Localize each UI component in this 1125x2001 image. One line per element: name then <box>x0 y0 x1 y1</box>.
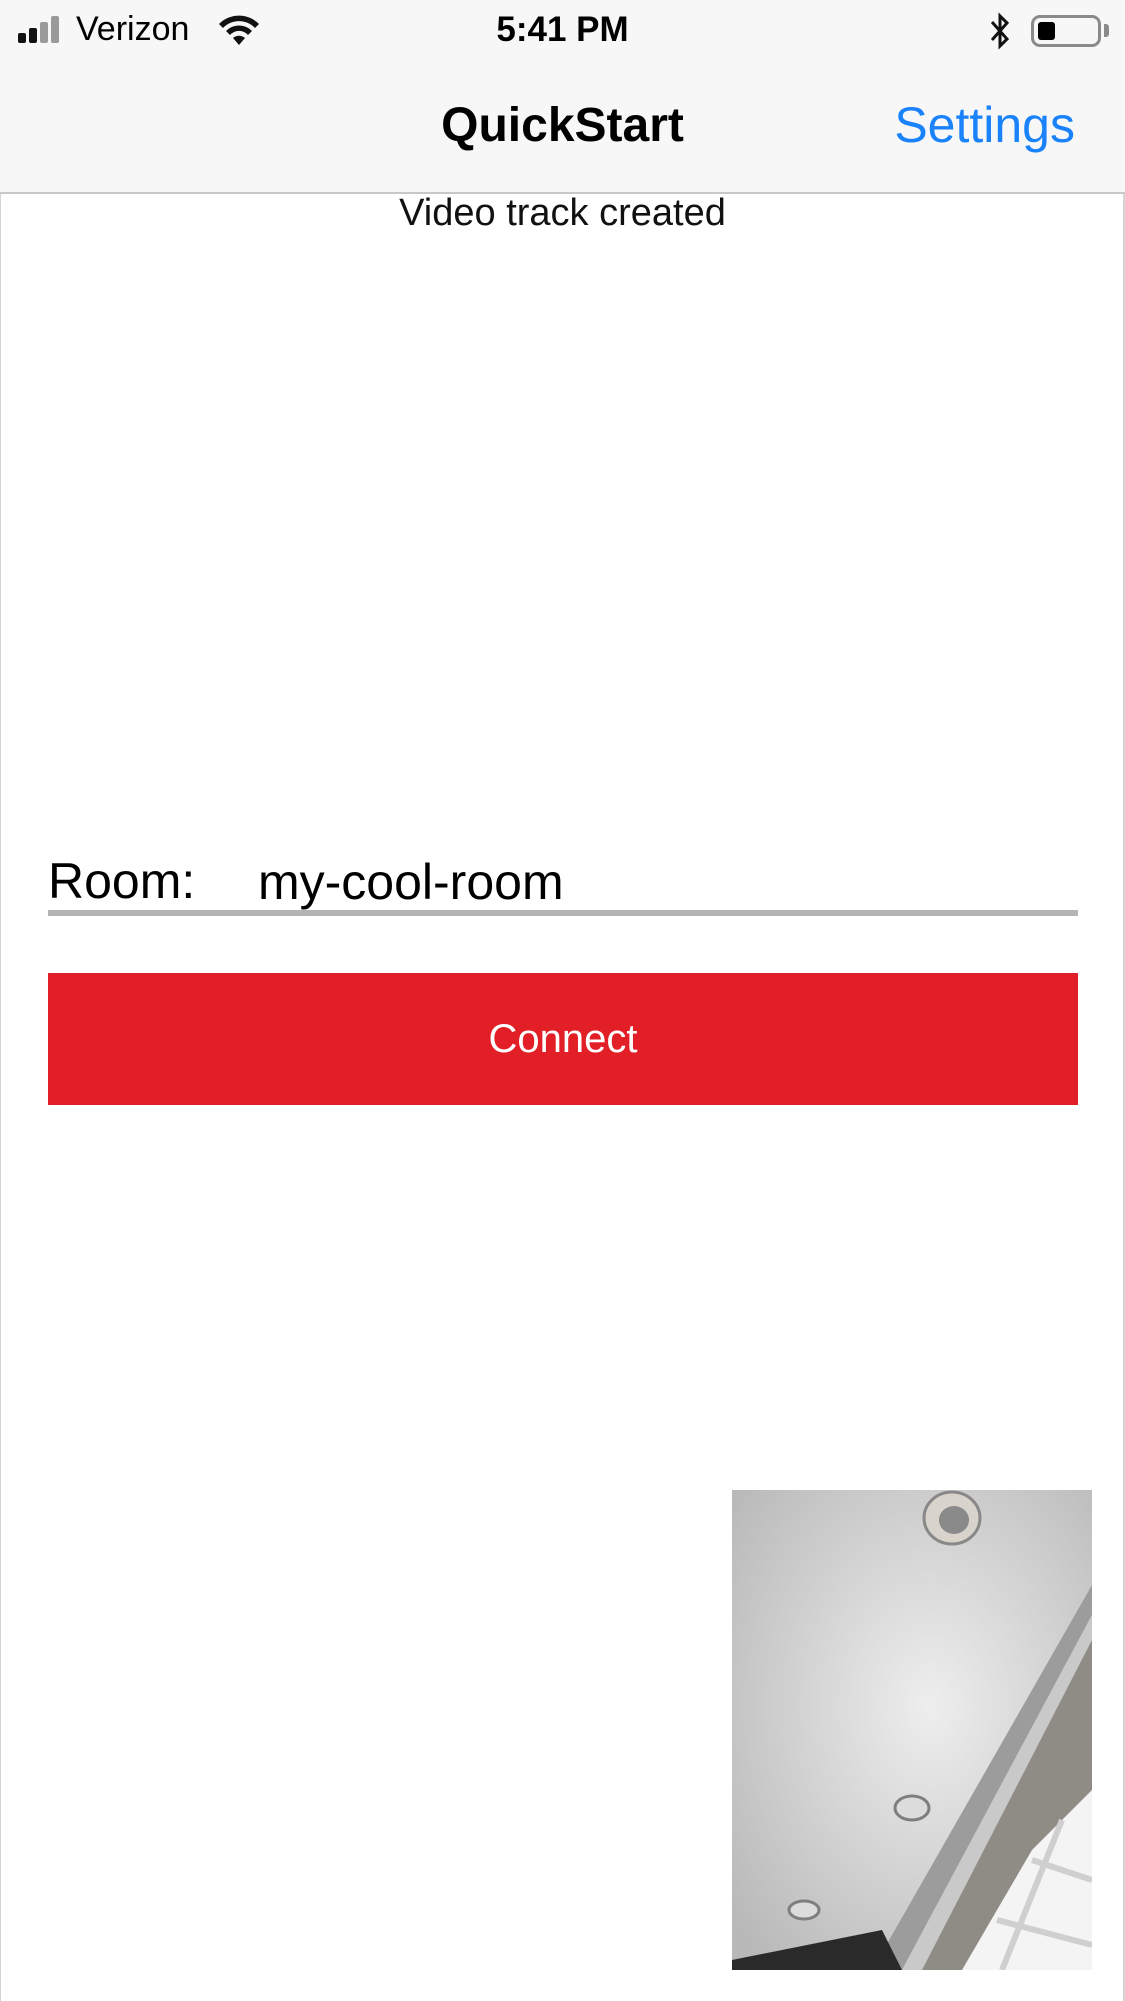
settings-button[interactable]: Settings <box>894 96 1075 154</box>
room-name-input[interactable] <box>258 852 1078 912</box>
status-message: Video track created <box>399 192 726 234</box>
room-input-underline <box>48 910 1078 916</box>
navigation-bar: QuickStart Settings <box>0 62 1125 190</box>
battery-level <box>1038 22 1055 40</box>
connect-button[interactable]: Connect <box>48 973 1078 1105</box>
bluetooth-icon <box>990 12 1010 50</box>
battery-icon <box>1031 15 1101 47</box>
status-time: 5:41 PM <box>496 10 629 49</box>
frame-edge-left <box>0 0 1 2001</box>
top-bar: Verizon 5:41 PM QuickStart Settings <box>0 0 1125 194</box>
battery-nub <box>1104 24 1109 37</box>
camera-preview-image <box>732 1490 1092 1970</box>
room-label: Room: <box>48 853 196 909</box>
local-camera-preview <box>732 1490 1092 1970</box>
status-bar: Verizon 5:41 PM <box>0 0 1125 62</box>
